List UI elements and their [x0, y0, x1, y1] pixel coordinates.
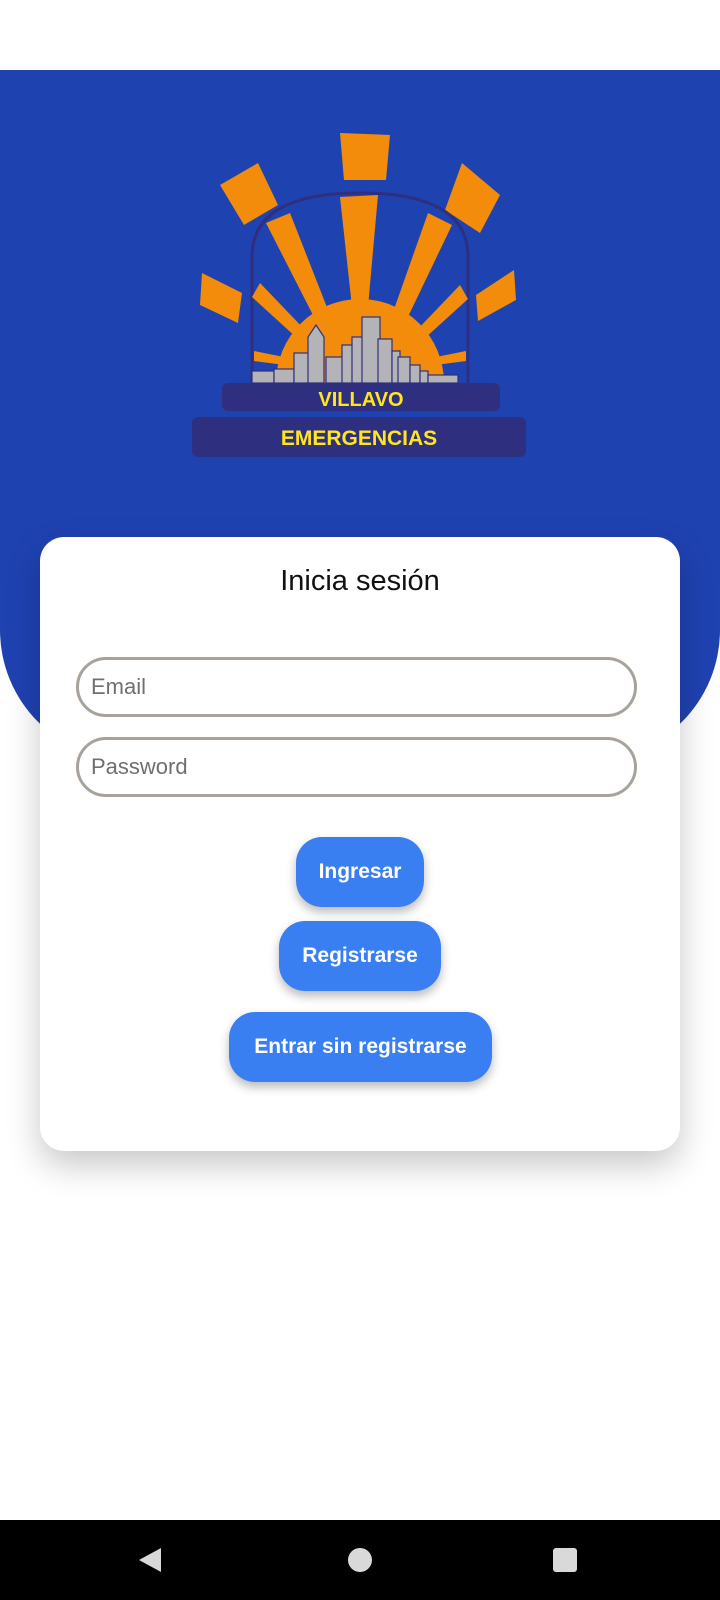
recent-square-icon	[553, 1548, 577, 1572]
app-logo: VILLAVO EMERGENCIAS	[180, 125, 540, 475]
logo-ray	[340, 133, 390, 180]
email-field-frame	[76, 657, 637, 717]
logo-text-villavo: VILLAVO	[318, 389, 403, 411]
nav-home-button[interactable]	[315, 1520, 405, 1600]
login-card: Inicia sesión Ingresar Registrarse Entra…	[40, 537, 680, 1151]
logo-ray	[445, 163, 500, 233]
password-field-frame	[76, 737, 637, 797]
logo-text-emergencias: EMERGENCIAS	[281, 427, 437, 450]
back-triangle-icon	[139, 1548, 161, 1572]
nav-back-button[interactable]	[106, 1520, 196, 1600]
register-button[interactable]: Registrarse	[279, 921, 441, 991]
nav-recent-button[interactable]	[520, 1520, 610, 1600]
status-bar	[0, 0, 720, 70]
home-circle-icon	[348, 1548, 372, 1572]
email-input[interactable]	[79, 660, 634, 714]
logo-ray	[476, 270, 516, 321]
login-title: Inicia sesión	[280, 565, 440, 597]
password-input[interactable]	[79, 740, 634, 794]
logo-graphic: VILLAVO EMERGENCIAS	[192, 133, 526, 457]
login-button[interactable]: Ingresar	[296, 837, 424, 907]
logo-ray	[340, 195, 378, 307]
system-nav-bar	[0, 1520, 720, 1600]
logo-ray	[200, 273, 242, 323]
guest-entry-button[interactable]: Entrar sin registrarse	[229, 1012, 492, 1082]
